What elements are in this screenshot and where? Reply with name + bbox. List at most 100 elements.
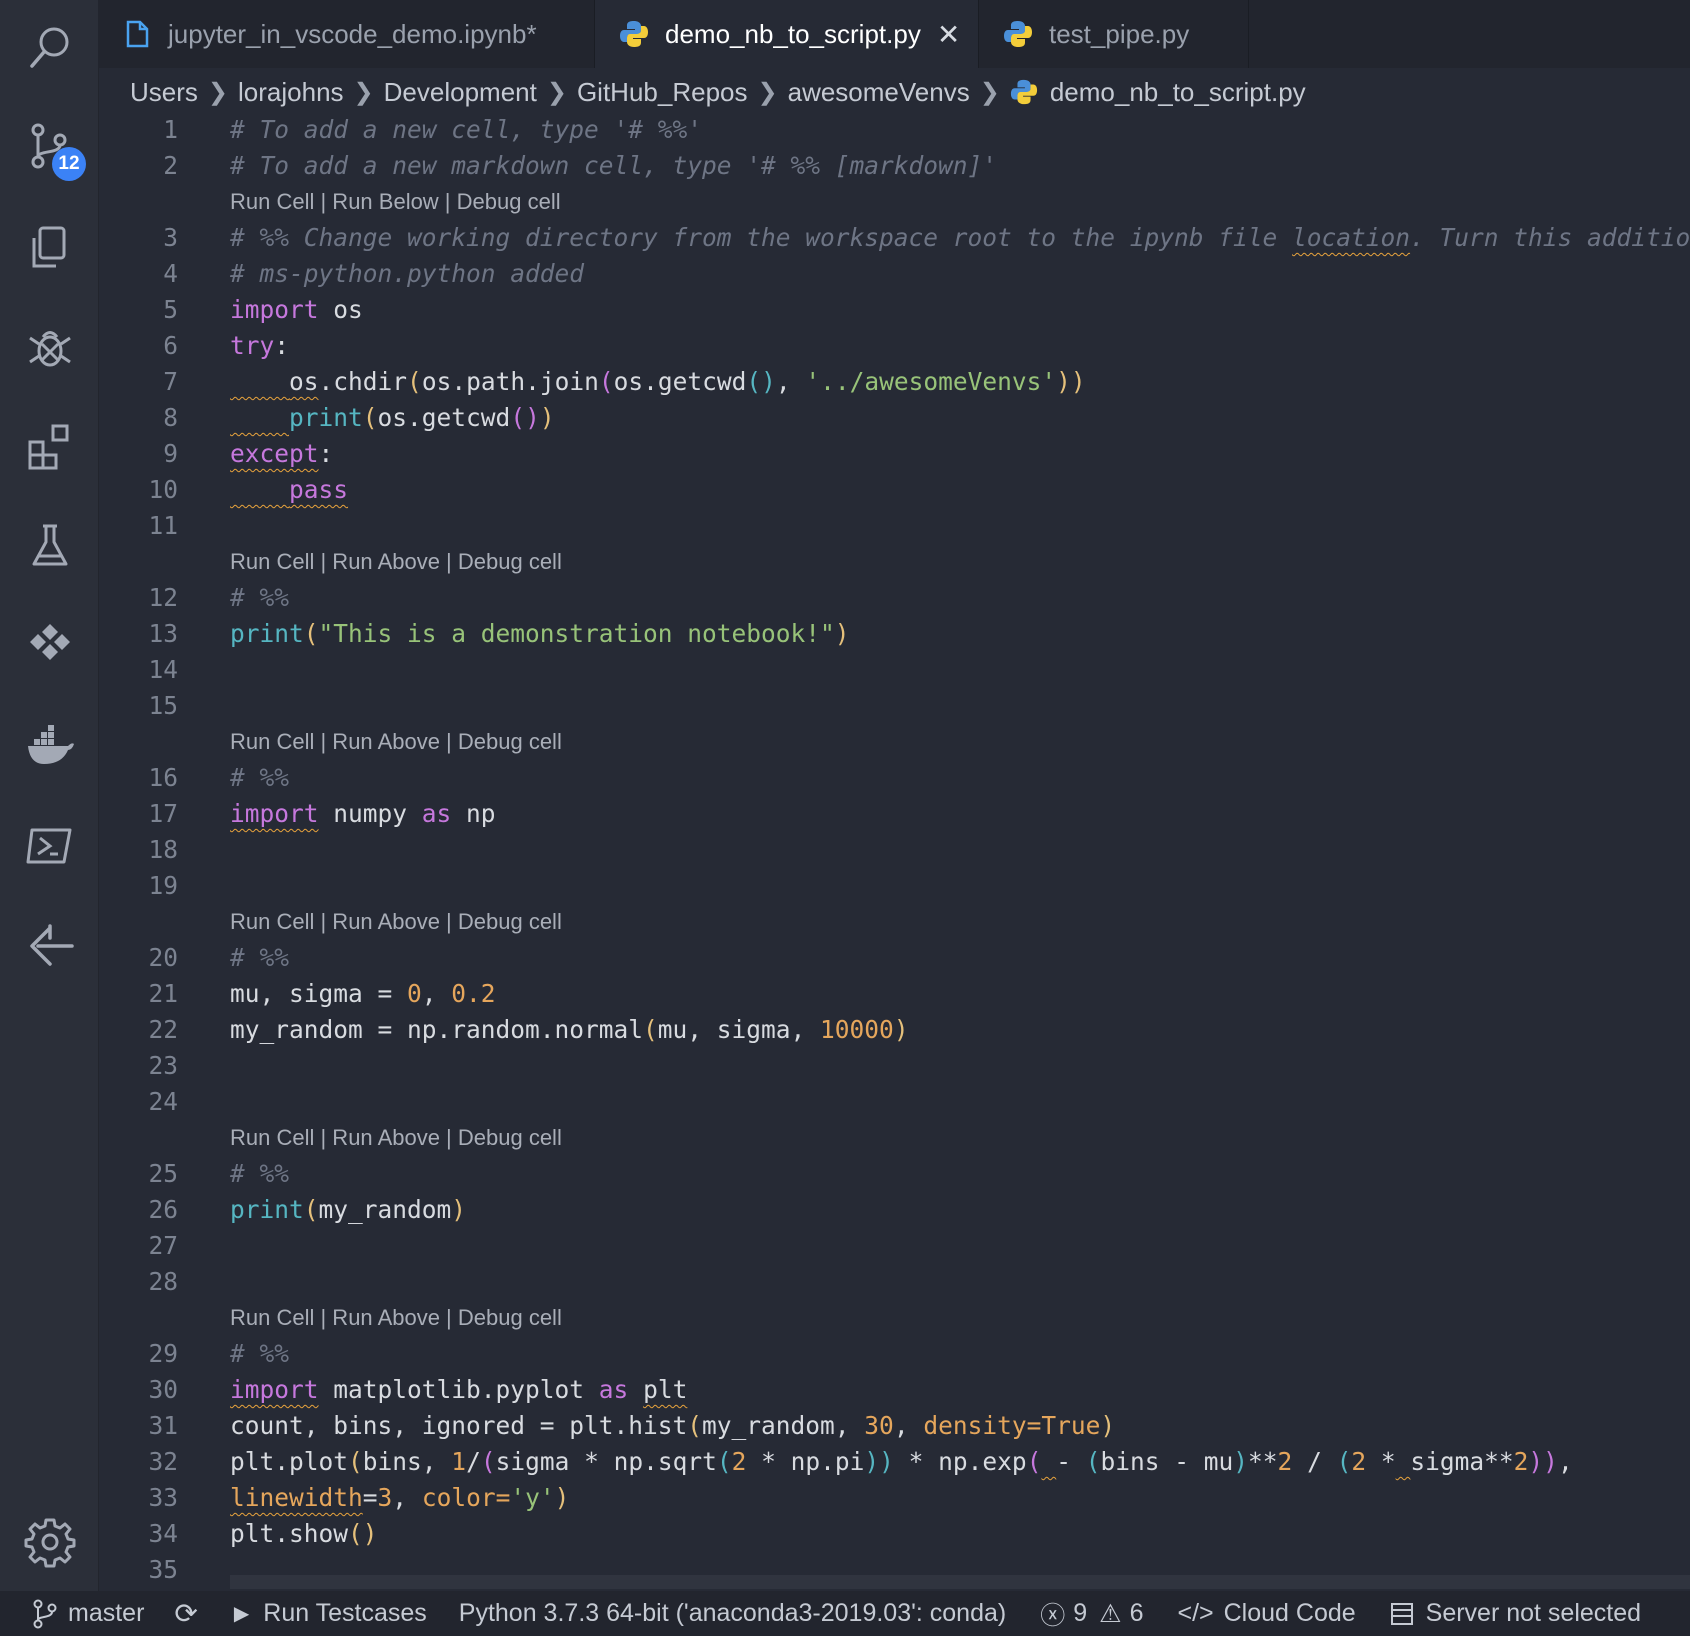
line-number: 18	[148, 835, 178, 864]
error-count: 9	[1073, 1599, 1088, 1627]
cloud-code-status[interactable]: </> Cloud Code	[1177, 1599, 1355, 1628]
line-number: 29	[148, 1339, 178, 1368]
breadcrumb-item[interactable]: Users	[130, 77, 198, 108]
settings-gear-icon[interactable]	[22, 1514, 78, 1570]
code-lens[interactable]: Run Cell | Run Above | Debug cell	[98, 724, 1690, 760]
line-number: 21	[148, 979, 178, 1008]
scm-badge: 12	[52, 147, 86, 181]
breadcrumb-item[interactable]: awesomeVenvs	[788, 77, 970, 108]
code-lens[interactable]: Run Cell | Run Above | Debug cell	[98, 544, 1690, 580]
close-icon[interactable]: ✕	[937, 18, 960, 51]
kubernetes-icon[interactable]	[22, 618, 78, 674]
line-number: 6	[163, 331, 178, 360]
code-line: 22 my_random = np.random.normal(mu, sigma…	[98, 1012, 1690, 1048]
code-line: 29 # %%	[98, 1336, 1690, 1372]
code-line: 28	[98, 1264, 1690, 1300]
breadcrumb-item-file[interactable]: demo_nb_to_script.py	[1050, 77, 1306, 108]
git-branch-icon	[33, 1599, 57, 1628]
line-number: 22	[148, 1015, 178, 1044]
branch-name: master	[68, 1599, 145, 1627]
code-line: 6 try:	[98, 328, 1690, 364]
line-number: 20	[148, 943, 178, 972]
code-line: 18	[98, 832, 1690, 868]
code-editor[interactable]: 1 # To add a new cell, type '# %%' 2 # To …	[98, 112, 1690, 1587]
horizontal-scrollbar[interactable]	[230, 1575, 1690, 1589]
file-icon	[122, 19, 152, 49]
code-lens[interactable]: Run Cell | Run Above | Debug cell	[98, 1300, 1690, 1336]
code-brackets-icon: </>	[1177, 1599, 1214, 1627]
breadcrumb-item[interactable]: GitHub_Repos	[577, 77, 748, 108]
branch-status[interactable]: master	[32, 1599, 144, 1629]
chevron-right-icon: ❯	[757, 78, 778, 106]
code-line: 17 import numpy as np	[98, 796, 1690, 832]
code-line: 9 except:	[98, 436, 1690, 472]
line-number: 15	[148, 691, 178, 720]
line-number: 35	[148, 1555, 178, 1584]
line-number: 17	[148, 799, 178, 828]
play-icon: ▶	[233, 1603, 250, 1625]
tab-label: demo_nb_to_script.py	[665, 18, 921, 49]
problems-status[interactable]: ⓧ 9 ⚠ 6	[1040, 1596, 1143, 1632]
python-interpreter[interactable]: Python 3.7.3 64-bit ('anaconda3-2019.03'…	[459, 1599, 1006, 1628]
code-lens[interactable]: Run Cell | Run Above | Debug cell	[98, 1120, 1690, 1156]
warning-count: 6	[1129, 1599, 1144, 1627]
explorer-icon[interactable]	[22, 220, 78, 276]
line-number: 14	[148, 655, 178, 684]
terminal-icon[interactable]	[22, 818, 78, 874]
search-icon[interactable]	[22, 20, 78, 76]
breadcrumb-item[interactable]: Development	[384, 77, 537, 108]
chevron-right-icon: ❯	[207, 78, 229, 106]
sync-button[interactable]: ⟳	[174, 1597, 197, 1630]
line-number: 9	[163, 439, 178, 468]
line-number: 25	[148, 1159, 178, 1188]
code-line: 13 print("This is a demonstration noteboo…	[98, 616, 1690, 652]
code-line: 19	[98, 868, 1690, 904]
tab-label: test_pipe.py	[1049, 18, 1190, 49]
tab-label: jupyter_in_vscode_demo.ipynb*	[168, 18, 537, 49]
code-line: 34 plt.show()	[98, 1516, 1690, 1552]
code-line: 24	[98, 1084, 1690, 1120]
python-icon	[619, 19, 649, 49]
chevron-right-icon: ❯	[353, 78, 374, 106]
line-number: 23	[148, 1051, 178, 1080]
line-number: 13	[148, 619, 178, 648]
code-lens[interactable]: Run Cell | Run Below | Debug cell	[98, 184, 1690, 220]
debug-icon[interactable]	[22, 320, 78, 376]
line-number: 4	[163, 259, 178, 288]
remote-explorer-icon[interactable]	[22, 918, 78, 974]
run-testcases-button[interactable]: ▶ Run Testcases	[234, 1599, 427, 1628]
code-line: 1 # To add a new cell, type '# %%'	[98, 112, 1690, 148]
code-line: 15	[98, 688, 1690, 724]
line-number: 16	[148, 763, 178, 792]
code-line: 30 import matplotlib.pyplot as plt	[98, 1372, 1690, 1408]
chevron-right-icon: ❯	[546, 78, 567, 106]
docker-icon[interactable]	[22, 718, 78, 774]
code-line: 25 # %%	[98, 1156, 1690, 1192]
testing-flask-icon[interactable]	[22, 518, 78, 574]
code-line: 20 # %%	[98, 940, 1690, 976]
line-number: 24	[148, 1087, 178, 1116]
code-line: 26 print(my_random)	[98, 1192, 1690, 1228]
python-icon	[1010, 78, 1038, 106]
line-number: 31	[148, 1411, 178, 1440]
breadcrumb: Users ❯ lorajohns ❯ Development ❯ GitHub_Re…	[130, 70, 1690, 114]
server-status[interactable]: Server not selected	[1390, 1599, 1641, 1628]
activity-bar: 12	[0, 0, 99, 1591]
tab-jupyter-notebook[interactable]: jupyter_in_vscode_demo.ipynb*	[98, 0, 595, 68]
code-line: 8 print(os.getcwd())	[98, 400, 1690, 436]
line-number: 1	[163, 115, 178, 144]
code-line: 27	[98, 1228, 1690, 1264]
sync-icon: ⟳	[174, 1598, 198, 1629]
code-line: 7 os.chdir(os.path.join(os.getcwd(), '..…	[98, 364, 1690, 400]
code-line: 31 count, bins, ignored = plt.hist(my_ran…	[98, 1408, 1690, 1444]
breadcrumb-item[interactable]: lorajohns	[238, 77, 344, 108]
line-number: 33	[148, 1483, 178, 1512]
code-line: 5 import os	[98, 292, 1690, 328]
tab-test-pipe[interactable]: test_pipe.py	[979, 0, 1249, 68]
extensions-icon[interactable]	[22, 418, 78, 474]
line-number: 8	[163, 403, 178, 432]
code-line: 32 plt.plot(bins, 1/(sigma * np.sqrt(2 * …	[98, 1444, 1690, 1480]
tab-demo-nb-to-script[interactable]: demo_nb_to_script.py ✕	[595, 0, 979, 68]
line-number: 28	[148, 1267, 178, 1296]
code-lens[interactable]: Run Cell | Run Above | Debug cell	[98, 904, 1690, 940]
